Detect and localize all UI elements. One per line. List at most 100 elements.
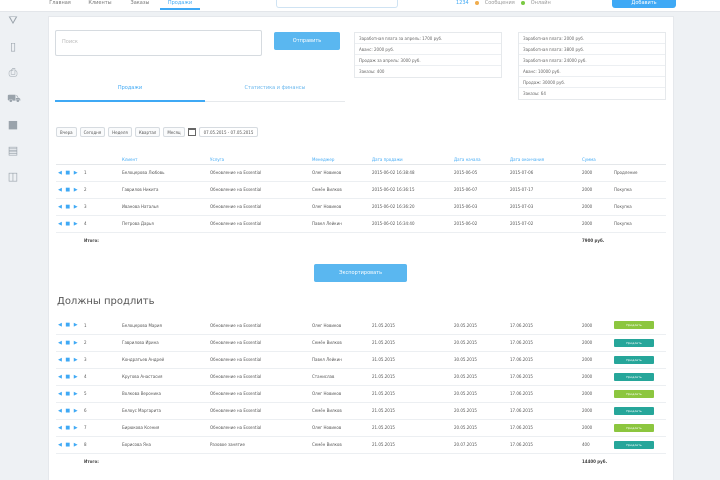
- row-actions[interactable]: ◀ ■ ▶: [56, 368, 82, 386]
- calendar-icon[interactable]: [187, 128, 196, 136]
- table-cell: 2015-07-02: [508, 215, 580, 233]
- table-cell: Семён Вилков: [310, 436, 370, 454]
- table-cell: 2015-07-06: [508, 164, 580, 182]
- box-icon[interactable]: ◫: [7, 171, 19, 183]
- summary-line: Заказы: 64: [523, 91, 546, 96]
- sales-table: Клиент Услуга Менеджер Дата продажи Дата…: [56, 155, 666, 249]
- table-cell: 2015-07-03: [508, 198, 580, 216]
- table-cell: [452, 232, 508, 249]
- top-add-button[interactable]: Добавить: [612, 0, 676, 8]
- table-cell: Продлить: [612, 368, 666, 386]
- row-actions[interactable]: ◀ ■ ▶: [56, 436, 82, 454]
- row-actions[interactable]: ◀ ■ ▶: [56, 351, 82, 369]
- filter-icon[interactable]: ⛛: [7, 15, 19, 27]
- nav-item-clients[interactable]: Клиенты: [80, 0, 120, 10]
- table-row: ◀ ■ ▶ 8 Борисова Яна Разовое занятие Семён В…: [56, 436, 666, 454]
- table-cell: [508, 453, 580, 470]
- top-info: 1234 Сообщения Онлайн: [456, 0, 551, 6]
- table-cell: Обновление на Essential: [208, 351, 310, 369]
- nav-item-sales[interactable]: Продажи: [160, 0, 200, 10]
- top-info-messages[interactable]: Сообщения: [485, 0, 515, 6]
- document-icon[interactable]: ▯: [7, 41, 19, 53]
- table-cell: Белоус Маргарита: [120, 402, 208, 420]
- table-cell: Разовое занятие: [208, 436, 310, 454]
- table-cell: Белоцерова Любовь: [120, 164, 208, 182]
- table-cell: 2000: [580, 385, 612, 403]
- table-icon[interactable]: ▤: [7, 145, 19, 157]
- renew-badge[interactable]: Продлить: [614, 338, 654, 347]
- salary-summary-left: Заработная плата за апрель: 1700 руб. Ав…: [354, 32, 502, 78]
- row-actions[interactable]: ◀ ■ ▶: [56, 402, 82, 420]
- total-label: Итого:: [84, 459, 99, 465]
- filter-yesterday-button[interactable]: Вчера: [56, 127, 77, 137]
- nav-item-orders[interactable]: Заказы: [120, 0, 160, 10]
- summary-line: Аванс: 10000 руб.: [519, 66, 665, 77]
- car-icon[interactable]: ⛟: [7, 93, 21, 105]
- table-cell: 2015-06-05: [452, 164, 508, 182]
- table-cell: Продлить: [612, 436, 666, 454]
- date-range-field[interactable]: 07.05.2015 - 07.05.2015: [198, 127, 259, 137]
- table-cell: 2015-06-07: [452, 181, 508, 199]
- table-cell: 4: [82, 368, 120, 386]
- briefcase-icon[interactable]: ■: [7, 119, 19, 131]
- table-row: ◀ ■ ▶ 3 Кондратьев Андрей Обновление на Ess…: [56, 351, 666, 369]
- tab-sales[interactable]: Продажи: [55, 78, 205, 102]
- table-cell: 2000: [580, 351, 612, 369]
- table-cell: Белоцерова Мария: [120, 317, 208, 335]
- renew-badge[interactable]: Продлить: [614, 389, 654, 398]
- nav-item-home[interactable]: Главная: [40, 0, 80, 10]
- renew-badge[interactable]: Продлить: [614, 423, 654, 432]
- row-actions[interactable]: ◀ ■ ▶: [56, 198, 82, 216]
- renew-badge[interactable]: Продлить: [614, 406, 654, 415]
- table-cell: 20.05.2015: [452, 317, 508, 335]
- renew-badge[interactable]: Продлить: [614, 321, 654, 330]
- column-header-end-date[interactable]: Дата окончания: [508, 155, 580, 165]
- printer-icon[interactable]: ⎙: [7, 67, 19, 79]
- table-cell: 2015-06-02 16:36:20: [370, 198, 452, 216]
- table-cell: 2000: [580, 181, 612, 199]
- table-cell: 21.05.2015: [370, 334, 452, 352]
- tab-statistics[interactable]: Статистика и финансы: [205, 78, 345, 102]
- row-actions[interactable]: ◀ ■ ▶: [56, 317, 82, 335]
- table-cell: Семён Вилков: [310, 181, 370, 199]
- table-cell: [56, 232, 82, 249]
- table-row: ◀ ■ ▶ 6 Белоус Маргарита Обновление на Esse…: [56, 402, 666, 420]
- row-actions[interactable]: ◀ ■ ▶: [56, 164, 82, 182]
- filter-month-button[interactable]: Месяц: [163, 127, 185, 137]
- table-cell: 3: [82, 351, 120, 369]
- row-actions[interactable]: ◀ ■ ▶: [56, 419, 82, 437]
- row-actions[interactable]: ◀ ■ ▶: [56, 215, 82, 233]
- table-cell: 17.06.2015: [508, 334, 580, 352]
- renew-badge[interactable]: Продлить: [614, 440, 654, 449]
- table-cell: [120, 232, 208, 249]
- table-cell: 2015-06-02 16:38:48: [370, 164, 452, 182]
- summary-line: Заказы: 400: [359, 69, 385, 74]
- search-input[interactable]: Поиск: [55, 30, 262, 56]
- column-header-service[interactable]: Услуга: [208, 155, 310, 165]
- table-cell: 2000: [580, 419, 612, 437]
- filter-quarter-button[interactable]: Квартал: [134, 127, 161, 137]
- table-cell: [508, 232, 580, 249]
- renew-badge[interactable]: Продлить: [614, 372, 654, 381]
- search-submit-button[interactable]: Отправить: [274, 32, 340, 50]
- table-cell: 17.06.2015: [508, 436, 580, 454]
- column-header-start-date[interactable]: Дата начала: [452, 155, 508, 165]
- table-total-row: Итого: 7900 руб.: [56, 232, 666, 249]
- column-header-manager[interactable]: Менеджер: [310, 155, 370, 165]
- top-search-input[interactable]: [276, 0, 398, 8]
- column-header-client[interactable]: Клиент: [120, 155, 208, 165]
- table-cell: Кондратьев Андрей: [120, 351, 208, 369]
- export-button[interactable]: Экспортировать: [314, 264, 407, 282]
- column-header-amount[interactable]: Сумма: [580, 155, 612, 165]
- filter-week-button[interactable]: Неделя: [108, 127, 132, 137]
- row-actions[interactable]: ◀ ■ ▶: [56, 385, 82, 403]
- renew-badge[interactable]: Продлить: [614, 355, 654, 364]
- row-actions[interactable]: ◀ ■ ▶: [56, 181, 82, 199]
- top-info-count: 1234: [456, 0, 469, 6]
- filter-today-button[interactable]: Сегодня: [79, 127, 106, 137]
- table-cell: Семён Вилков: [310, 334, 370, 352]
- table-cell: 3: [82, 198, 120, 216]
- table-cell: 21.05.2015: [370, 419, 452, 437]
- row-actions[interactable]: ◀ ■ ▶: [56, 334, 82, 352]
- column-header-sale-date[interactable]: Дата продажи: [370, 155, 452, 165]
